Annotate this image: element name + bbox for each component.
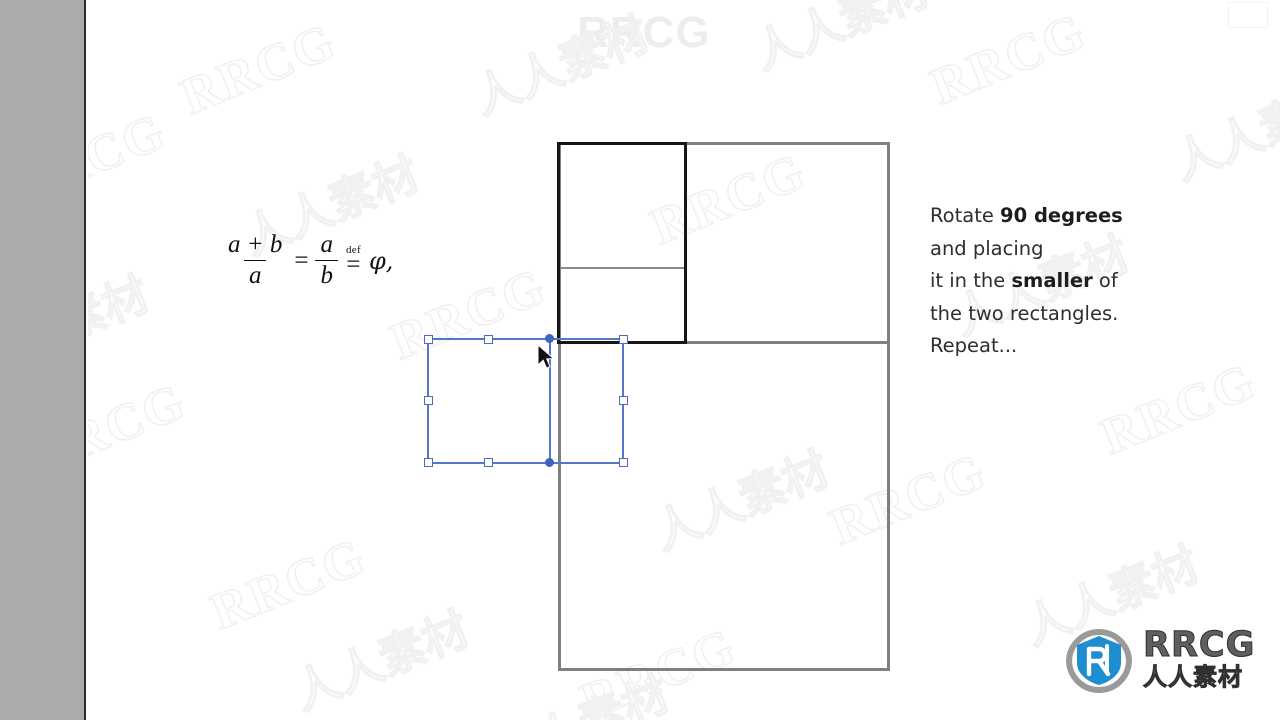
selection-handle-bottom-center[interactable]: [484, 458, 493, 467]
selection-overlay: [88, 0, 1280, 720]
selection-handle-top-right[interactable]: [619, 335, 628, 344]
selection-handle-middle-right[interactable]: [619, 396, 628, 405]
left-tool-panel[interactable]: [0, 0, 86, 720]
selection-handle-bottom-left[interactable]: [424, 458, 433, 467]
rrcg-logo-chinese: 人人素材: [1143, 662, 1243, 691]
rrcg-logo-text: RRCG 人人素材: [1142, 624, 1256, 691]
mouse-cursor-arrow: [537, 344, 555, 369]
selection-handle-top-center[interactable]: [484, 335, 493, 344]
drawing-canvas[interactable]: RRCG RRCG RRCG RRCG RRCG RRCG RRCG RRCG …: [88, 0, 1280, 720]
selection-handle-top-left[interactable]: [424, 335, 433, 344]
rrcg-logo-latin: RRCG: [1142, 624, 1256, 665]
application-window: RRCG RRCG RRCG RRCG RRCG RRCG RRCG RRCG …: [0, 0, 1280, 720]
selection-edge-top[interactable]: [549, 338, 624, 341]
selection-handle-bottom-right[interactable]: [619, 458, 628, 467]
rrcg-logo-mark: [1066, 629, 1132, 693]
selection-edge-bottom[interactable]: [549, 462, 624, 465]
selection-anchor-dot-bottom[interactable]: [545, 458, 554, 467]
selection-anchor-dot-top[interactable]: [545, 334, 554, 343]
selection-handle-middle-left[interactable]: [424, 396, 433, 405]
rrcg-logo: RRCG 人人素材: [1063, 622, 1255, 694]
